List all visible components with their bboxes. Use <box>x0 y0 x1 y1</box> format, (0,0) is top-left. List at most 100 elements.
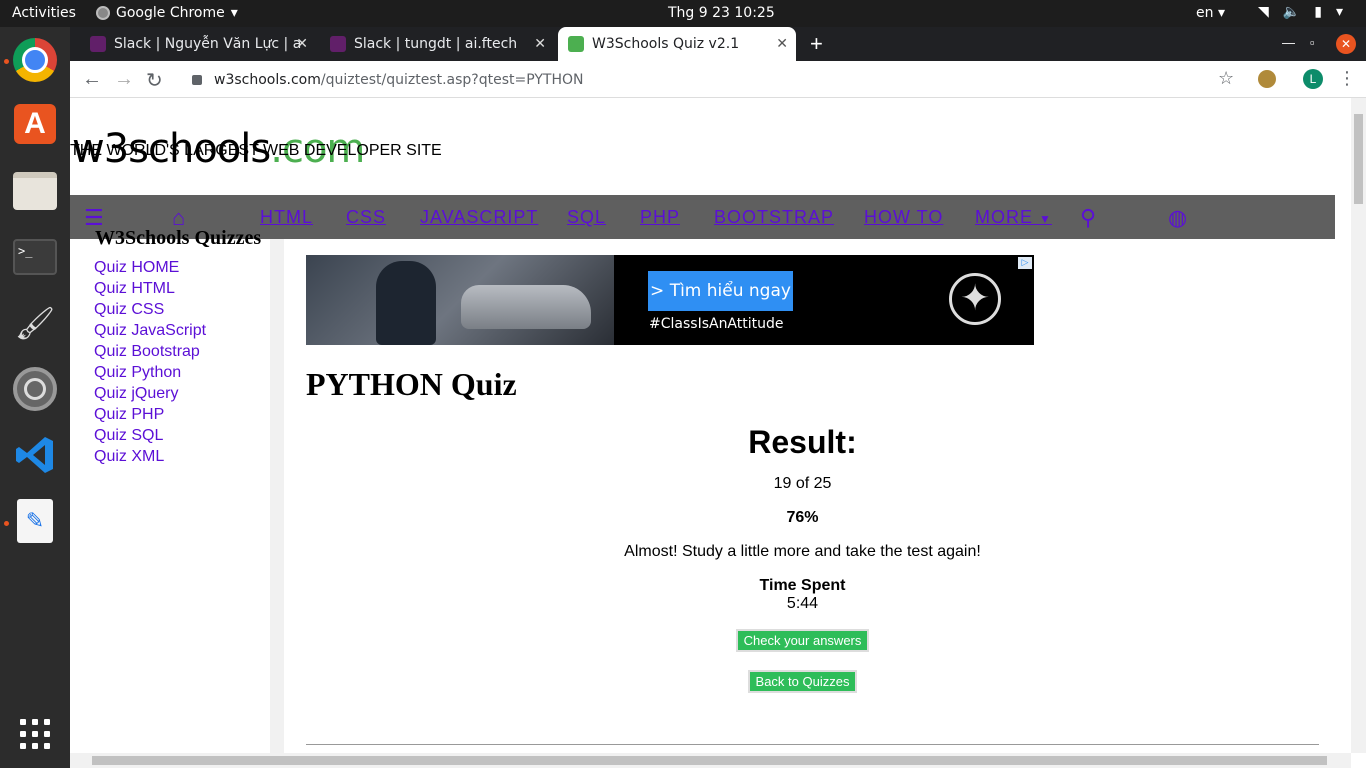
settings-gear-icon <box>13 367 57 411</box>
nav-sql[interactable]: SQL <box>567 207 606 228</box>
dock: A >_ 🖌 ✎ <box>0 27 70 768</box>
paint-launcher[interactable]: 🖌 <box>11 299 59 347</box>
wifi-icon: ◥ <box>1258 4 1269 20</box>
sidebar-item-quiz-xml[interactable]: Quiz XML <box>94 446 206 467</box>
check-answers-button[interactable]: Check your answers <box>735 629 870 652</box>
chrome-small-icon <box>96 6 110 20</box>
scrollbar-thumb[interactable] <box>92 756 1327 765</box>
sidebar-item-quiz-html[interactable]: Quiz HTML <box>94 278 206 299</box>
maximize-button[interactable]: ▫ <box>1310 35 1315 50</box>
vertical-scrollbar[interactable] <box>1351 98 1366 753</box>
volume-icon: 🔈 <box>1282 4 1301 20</box>
sidebar-title: W3Schools Quizzes <box>95 227 262 249</box>
address-bar[interactable]: w3schools.com/quiztest/quiztest.asp?qtes… <box>180 65 1240 94</box>
nav-more-label: MORE <box>975 207 1033 227</box>
language-label: en <box>1196 5 1214 21</box>
page-title: PYTHON Quiz <box>306 366 517 402</box>
result-message: Almost! Study a little more and take the… <box>624 543 981 560</box>
quiz-sidebar: W3Schools Quizzes Quiz HOME Quiz HTML Qu… <box>70 227 284 753</box>
advertisement-banner[interactable]: > Tìm hiểu ngay #ClassIsAnAttitude ▷ <box>306 255 1034 345</box>
running-indicator <box>4 521 9 526</box>
sidebar-item-quiz-css[interactable]: Quiz CSS <box>94 299 206 320</box>
files-launcher[interactable] <box>11 167 59 215</box>
horizontal-scrollbar[interactable] <box>70 753 1351 768</box>
software-center-launcher[interactable]: A <box>11 100 59 148</box>
app-menu[interactable]: Google Chrome ▾ <box>96 5 238 21</box>
divider <box>306 744 1319 745</box>
scrollbar-thumb[interactable] <box>1354 114 1363 204</box>
system-tray[interactable]: ◥ 🔈 ▮ ▾ <box>1258 4 1343 20</box>
chrome-launcher[interactable] <box>11 36 59 84</box>
show-applications-button[interactable] <box>11 710 59 758</box>
search-icon[interactable]: ⚲ <box>1080 205 1096 231</box>
ad-car-image <box>461 285 591 329</box>
nav-html[interactable]: HTML <box>260 207 313 228</box>
ad-hashtag: #ClassIsAnAttitude <box>649 316 784 332</box>
tab-slack-1[interactable]: Slack | Nguyễn Văn Lực | a ✕ <box>80 27 316 61</box>
menu-kebab-icon[interactable]: ⋮ <box>1338 68 1356 89</box>
ad-photo <box>306 255 614 345</box>
folder-icon <box>13 172 57 210</box>
bookmark-star-icon[interactable]: ☆ <box>1218 68 1234 89</box>
url-host: w3schools.com <box>214 71 321 88</box>
tab-title: Slack | tungdt | ai.ftech <box>354 36 518 52</box>
language-indicator[interactable]: en ▾ <box>1196 5 1225 21</box>
paintbrush-icon: 🖌 <box>14 305 56 341</box>
new-tab-button[interactable]: + <box>810 31 823 57</box>
web-page: w3schools.com THE WORLD'S LARGEST WEB DE… <box>70 98 1351 753</box>
profile-avatar[interactable]: L <box>1303 69 1323 89</box>
chevron-down-icon: ▾ <box>1335 4 1343 20</box>
sidebar-item-quiz-python[interactable]: Quiz Python <box>94 362 206 383</box>
tab-close-icon[interactable]: ✕ <box>296 36 308 52</box>
tab-close-icon[interactable]: ✕ <box>534 36 546 52</box>
sidebar-item-quiz-home[interactable]: Quiz HOME <box>94 257 206 278</box>
back-arrow-icon[interactable]: ← <box>82 68 102 91</box>
settings-launcher[interactable] <box>11 365 59 413</box>
slack-icon <box>90 36 106 52</box>
tab-close-icon[interactable]: ✕ <box>776 36 788 52</box>
extension-icon[interactable] <box>1258 70 1276 88</box>
system-top-bar: Activities Google Chrome ▾ Thg 9 23 10:2… <box>0 0 1366 27</box>
nav-bootstrap[interactable]: BOOTSTRAP <box>714 207 834 228</box>
activities-button[interactable]: Activities <box>12 5 76 21</box>
text-editor-icon: ✎ <box>17 499 53 543</box>
lock-icon[interactable] <box>192 74 202 85</box>
w3schools-favicon-icon <box>568 36 584 52</box>
app-name: Google Chrome <box>116 5 225 21</box>
tab-title: W3Schools Quiz v2.1 <box>592 36 740 52</box>
quiz-list: Quiz HOME Quiz HTML Quiz CSS Quiz JavaSc… <box>94 257 206 467</box>
tab-strip: Slack | Nguyễn Văn Lực | a ✕ Slack | tun… <box>70 27 1366 61</box>
sidebar-item-quiz-javascript[interactable]: Quiz JavaScript <box>94 320 206 341</box>
reload-icon[interactable]: ↻ <box>146 68 163 93</box>
sidebar-item-quiz-jquery[interactable]: Quiz jQuery <box>94 383 206 404</box>
terminal-icon: >_ <box>13 239 57 275</box>
text-editor-launcher[interactable]: ✎ <box>11 497 59 545</box>
score-text: 19 of 25 <box>773 475 832 492</box>
tab-title: Slack | Nguyễn Văn Lực | a <box>114 36 302 52</box>
ad-cta-button[interactable]: > Tìm hiểu ngay <box>648 271 793 311</box>
back-to-quizzes-button[interactable]: Back to Quizzes <box>747 670 858 693</box>
nav-css[interactable]: CSS <box>346 207 386 228</box>
tab-slack-2[interactable]: Slack | tungdt | ai.ftech ✕ <box>320 27 554 61</box>
sidebar-item-quiz-sql[interactable]: Quiz SQL <box>94 425 206 446</box>
adchoices-icon[interactable]: ▷ <box>1018 257 1032 269</box>
minimize-button[interactable]: — <box>1282 35 1295 50</box>
vscode-launcher[interactable] <box>11 431 59 479</box>
sidebar-item-quiz-bootstrap[interactable]: Quiz Bootstrap <box>94 341 206 362</box>
tab-w3schools-quiz[interactable]: W3Schools Quiz v2.1 ✕ <box>558 27 796 61</box>
sidebar-item-quiz-php[interactable]: Quiz PHP <box>94 404 206 425</box>
window-close-button[interactable]: ✕ <box>1336 34 1356 54</box>
nav-how-to[interactable]: HOW TO <box>864 207 943 228</box>
battery-icon: ▮ <box>1314 4 1322 20</box>
nav-more[interactable]: MORE ▼ <box>975 207 1052 228</box>
running-indicator <box>4 59 9 64</box>
terminal-launcher[interactable]: >_ <box>11 233 59 281</box>
nav-javascript[interactable]: JAVASCRIPT <box>420 207 538 228</box>
globe-icon[interactable]: ◍ <box>1168 205 1187 231</box>
nav-php[interactable]: PHP <box>640 207 680 228</box>
time-spent-value: 5:44 <box>786 595 819 612</box>
forward-arrow-icon[interactable]: → <box>114 68 134 91</box>
app-grid-icon <box>20 719 50 749</box>
chrome-icon <box>13 38 57 82</box>
clock[interactable]: Thg 9 23 10:25 <box>668 5 775 21</box>
